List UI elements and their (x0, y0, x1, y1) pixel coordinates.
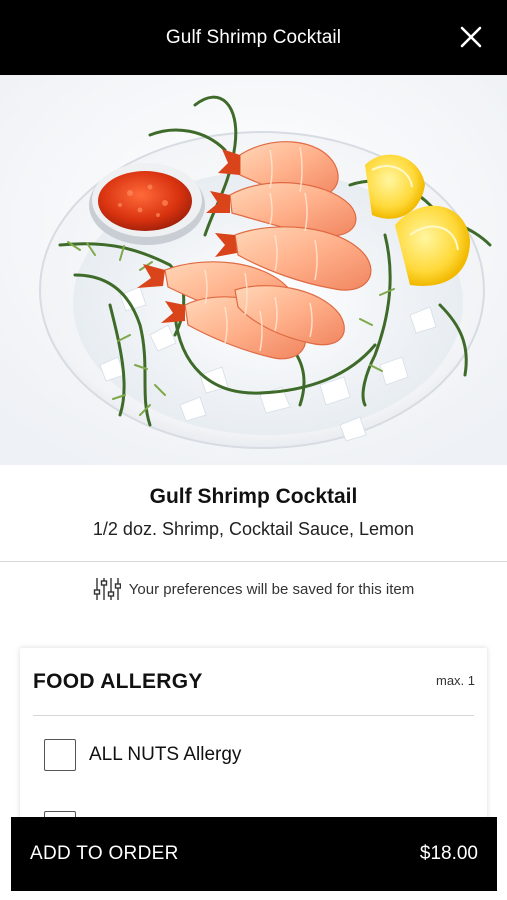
sliders-icon (93, 578, 121, 600)
add-to-order-button[interactable]: ADD TO ORDER $18.00 (11, 817, 497, 891)
allergy-option-all-nuts[interactable]: ALL NUTS Allergy (44, 739, 241, 771)
close-button[interactable] (455, 21, 487, 53)
all-nuts-checkbox[interactable] (44, 739, 76, 771)
item-info: Gulf Shrimp Cocktail 1/2 doz. Shrimp, Co… (0, 465, 507, 561)
shrimp-cocktail-image (0, 75, 507, 465)
preferences-note: Your preferences will be saved for this … (0, 574, 507, 604)
close-icon (460, 26, 482, 48)
allergy-option-label: ALL NUTS Allergy (89, 744, 242, 765)
header-title: Gulf Shrimp Cocktail (165, 26, 342, 48)
max-selection-label: max. 1 (435, 673, 475, 688)
header-bar: Gulf Shrimp Cocktail (0, 0, 507, 75)
card-divider (33, 715, 474, 716)
preferences-note-text: Your preferences will be saved for this … (128, 580, 415, 598)
item-photo (0, 75, 507, 465)
food-allergy-title: FOOD ALLERGY (33, 670, 203, 693)
item-description: 1/2 doz. Shrimp, Cocktail Sauce, Lemon (92, 519, 415, 539)
add-to-order-label: ADD TO ORDER (30, 843, 179, 864)
item-detail-screen: Gulf Shrimp Cocktail Gulf Shrimp Cocktai… (0, 0, 507, 900)
item-title: Gulf Shrimp Cocktail (149, 485, 358, 508)
section-divider (0, 561, 507, 562)
order-price: $18.00 (419, 843, 478, 864)
